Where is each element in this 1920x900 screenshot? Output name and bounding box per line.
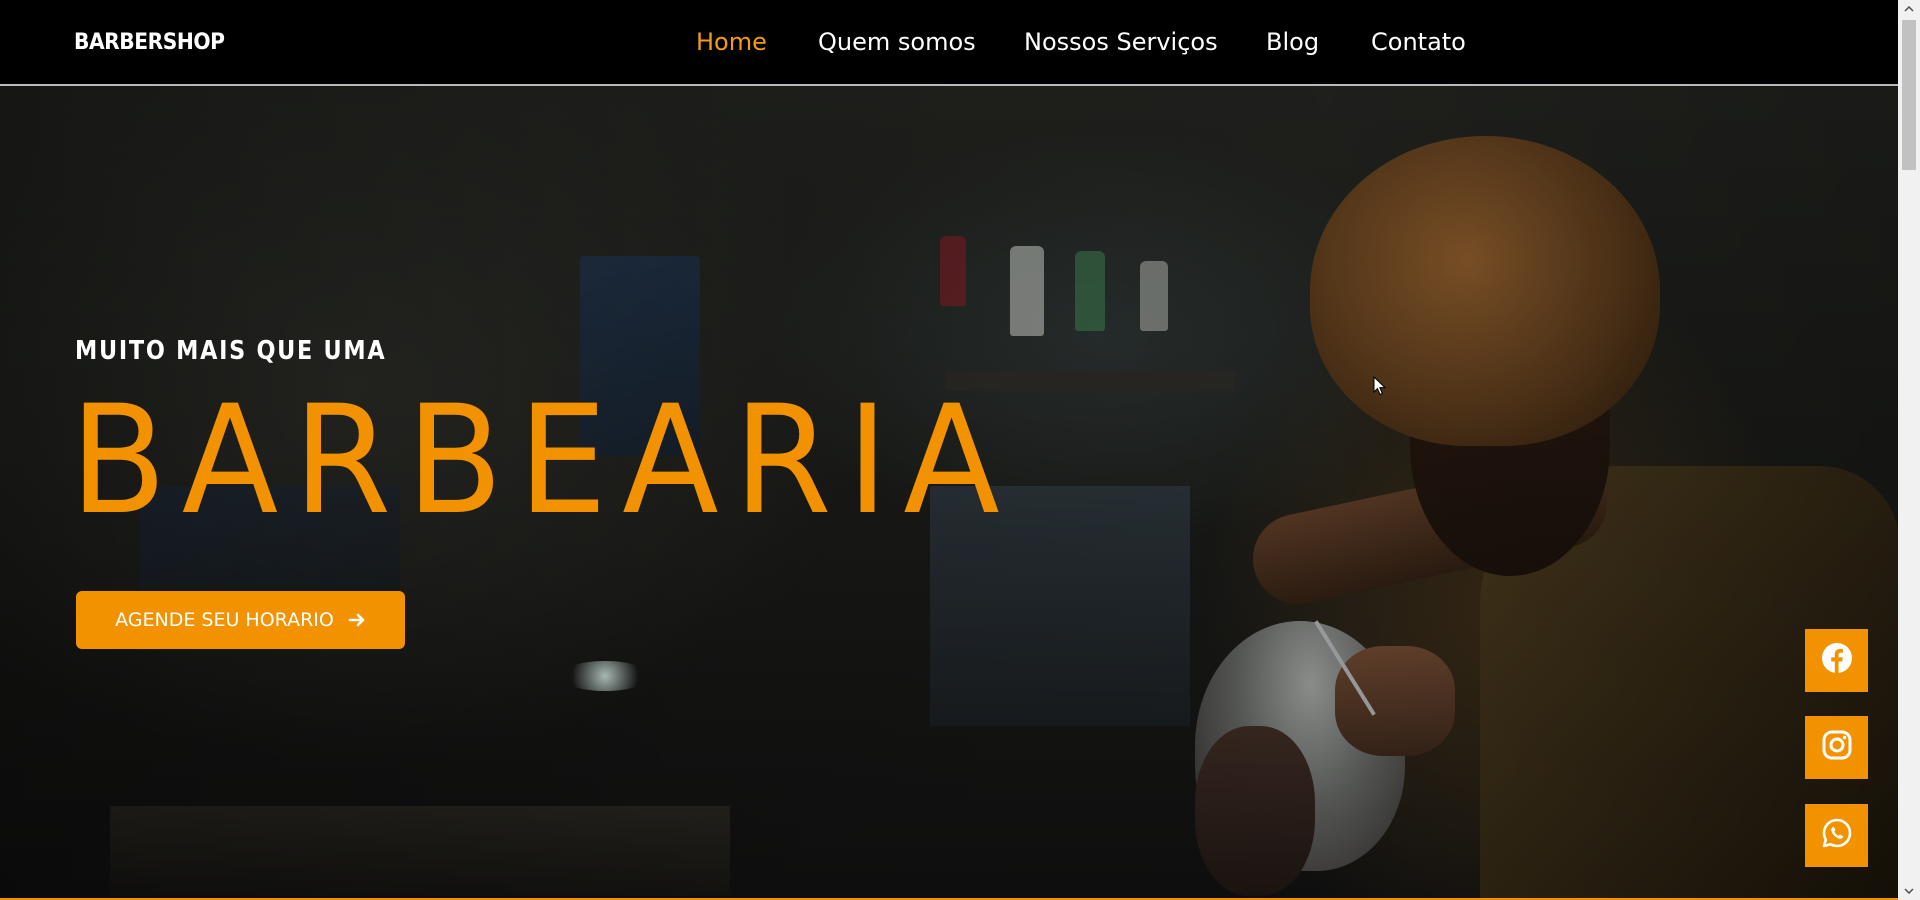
whatsapp-icon <box>1821 817 1853 854</box>
arrow-right-icon <box>348 611 366 629</box>
browser-viewport: BARBERSHOP Home Quem somos Nossos Serviç… <box>0 0 1920 900</box>
scrollbar-thumb[interactable] <box>1902 20 1916 170</box>
mouse-cursor-icon <box>1373 375 1387 401</box>
nav-link-nossos-servicos[interactable]: Nossos Serviços <box>1024 28 1218 56</box>
whatsapp-button[interactable] <box>1805 804 1868 867</box>
instagram-button[interactable] <box>1805 716 1868 779</box>
vertical-scrollbar[interactable] <box>1898 0 1920 900</box>
site-header: BARBERSHOP Home Quem somos Nossos Serviç… <box>0 0 1898 86</box>
hero-section: MUITO MAIS QUE UMA BARBEARIA AGENDE SEU … <box>0 86 1898 898</box>
schedule-button-label: AGENDE SEU HORARIO <box>115 609 334 631</box>
instagram-icon <box>1821 729 1853 766</box>
nav-link-contato[interactable]: Contato <box>1371 28 1466 56</box>
nav-link-blog[interactable]: Blog <box>1266 28 1319 56</box>
scroll-up-arrow-icon[interactable] <box>1898 0 1920 18</box>
site-logo[interactable]: BARBERSHOP <box>74 30 225 55</box>
nav-link-home[interactable]: Home <box>696 28 767 56</box>
hero-headline: BARBEARIA <box>70 374 1015 548</box>
nav-link-quem-somos[interactable]: Quem somos <box>818 28 976 56</box>
hero-kicker: MUITO MAIS QUE UMA <box>75 336 387 366</box>
scroll-down-arrow-icon[interactable] <box>1898 882 1920 900</box>
facebook-button[interactable] <box>1805 629 1868 692</box>
schedule-button[interactable]: AGENDE SEU HORARIO <box>76 591 405 649</box>
facebook-icon <box>1821 642 1853 679</box>
